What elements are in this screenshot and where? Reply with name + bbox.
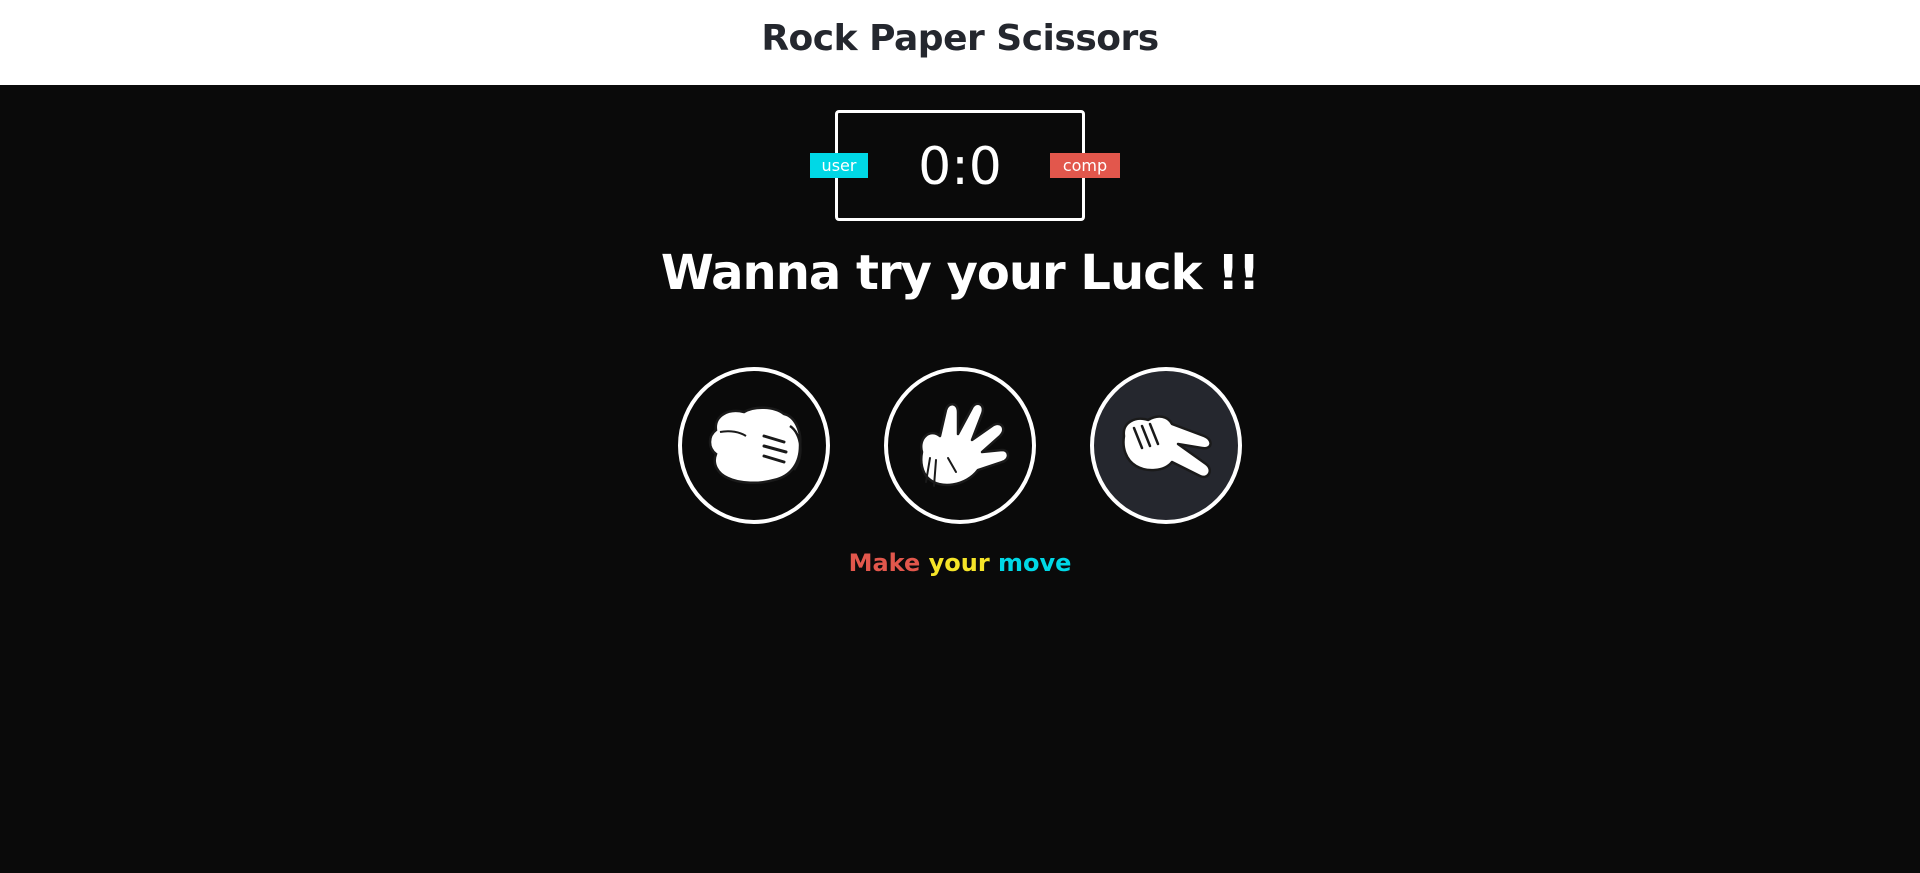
action-message: Make your move — [0, 549, 1920, 577]
score-board: user 0:0 comp — [810, 110, 1120, 221]
action-word-move: move — [998, 549, 1072, 577]
user-label: user — [810, 153, 868, 178]
header: Rock Paper Scissors — [0, 0, 1920, 85]
tagline: Wanna try your Luck !! — [660, 245, 1260, 301]
score-display: 0:0 — [918, 136, 1002, 197]
scissors-button[interactable] — [1090, 367, 1242, 524]
paper-button[interactable] — [884, 367, 1036, 524]
paper-hand-icon — [919, 402, 1010, 487]
rock-hand-icon — [708, 406, 802, 484]
rock-button[interactable] — [678, 367, 830, 524]
page-title: Rock Paper Scissors — [761, 17, 1159, 59]
action-word-your: your — [928, 549, 990, 577]
action-word-make: Make — [848, 549, 921, 577]
scissors-hand-icon — [1122, 414, 1212, 478]
comp-label: comp — [1050, 153, 1120, 178]
